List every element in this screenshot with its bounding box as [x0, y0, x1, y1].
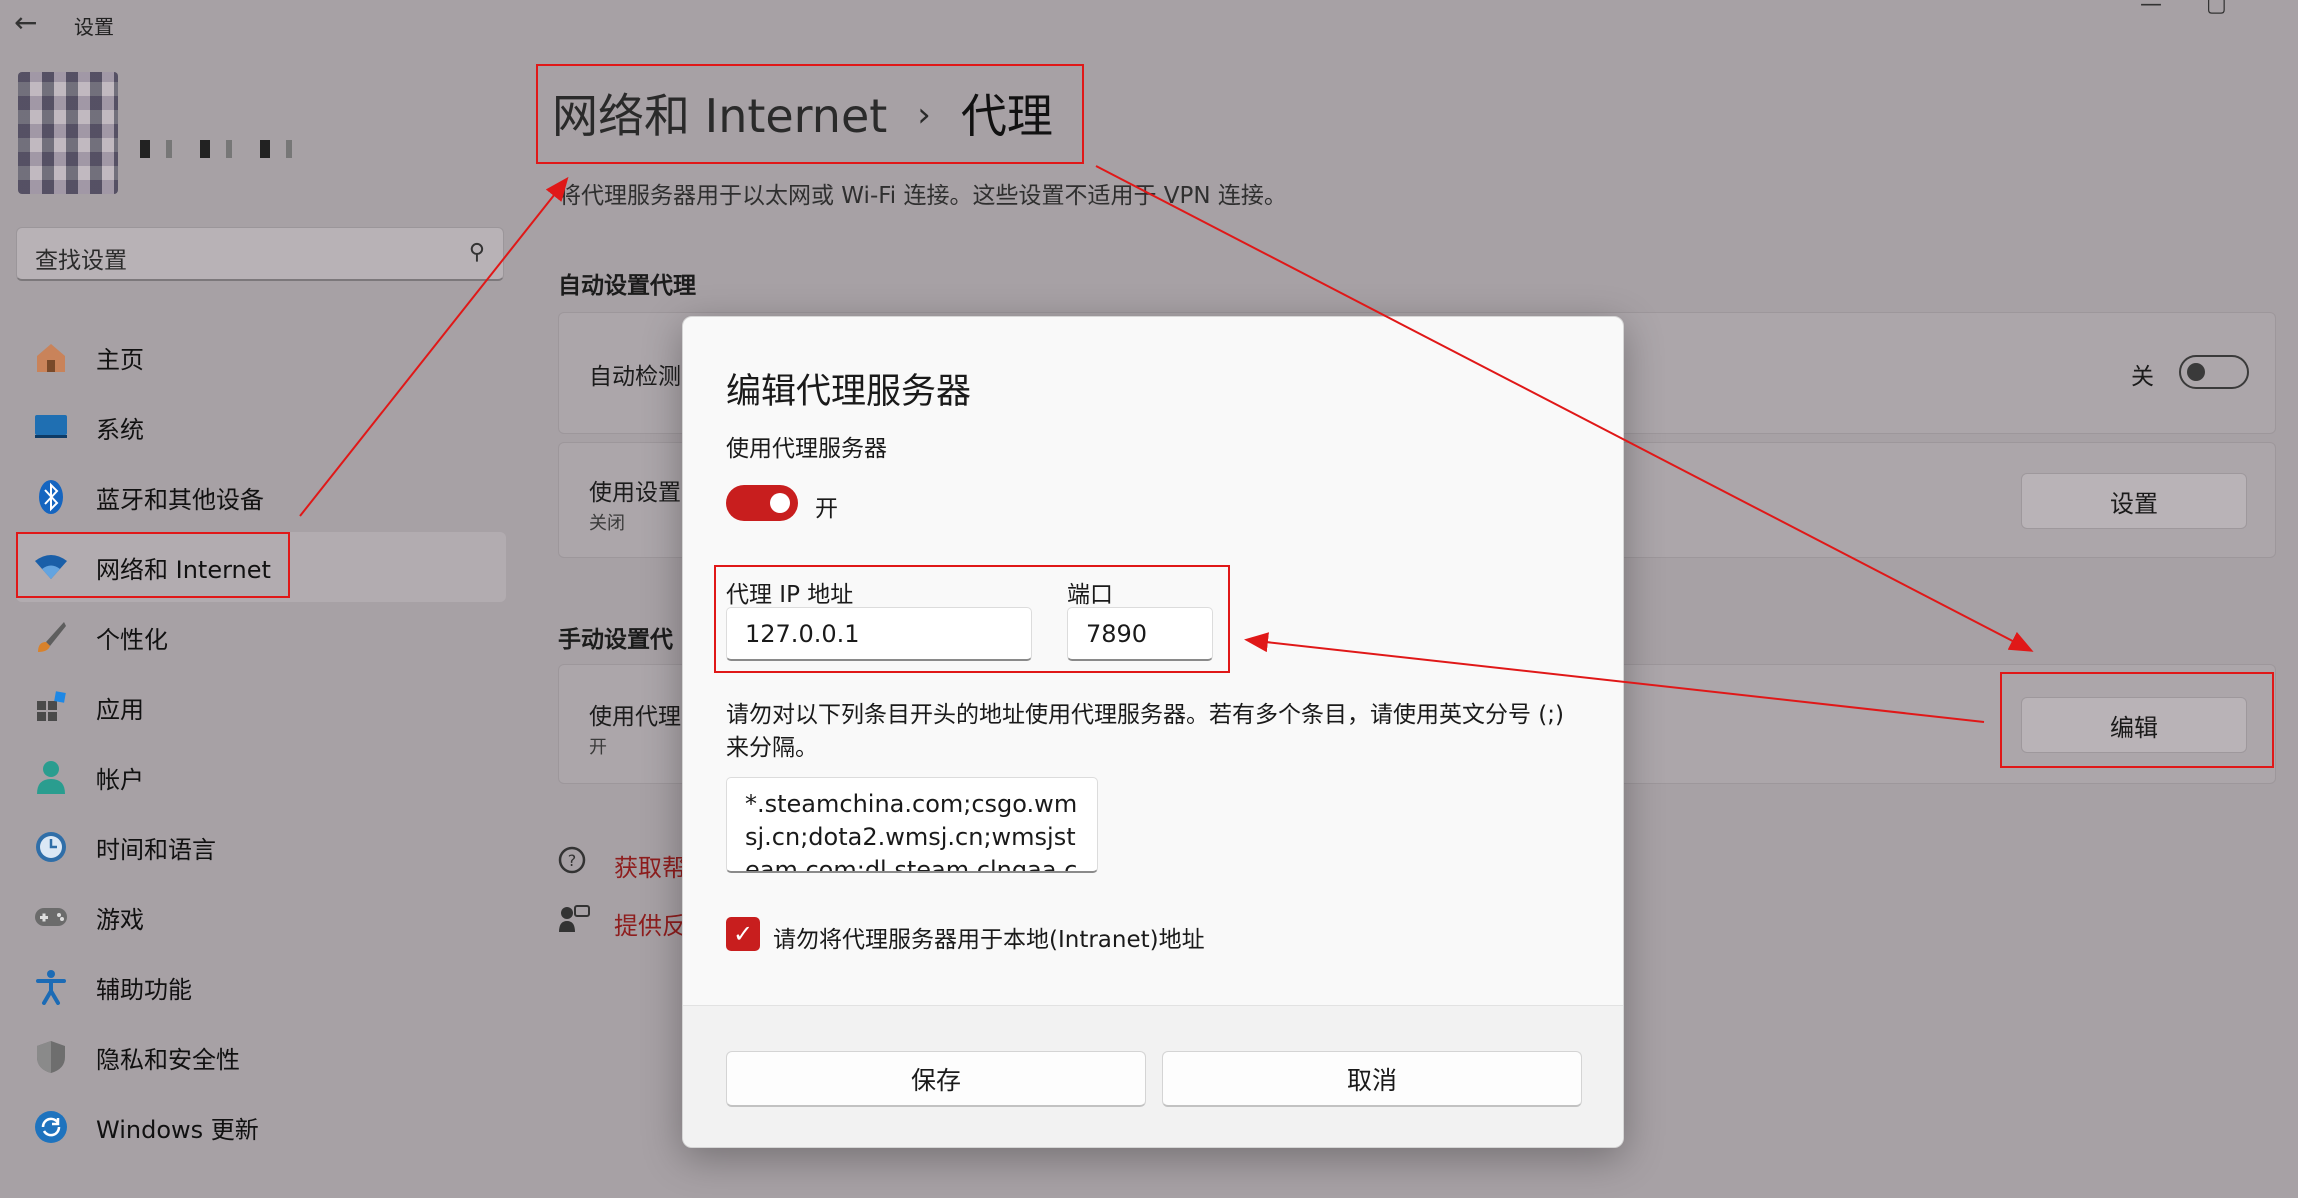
sidebar-nav: 主页 系统 蓝牙和其他设备 网络和 Internet 个性化 应用 帐户 时间和…: [16, 322, 506, 1162]
username-pixelated: [140, 140, 320, 158]
sidebar-item-home[interactable]: 主页: [16, 322, 506, 392]
setup-script-status: 关闭: [589, 513, 625, 534]
manual-proxy-section-title: 手动设置代: [558, 627, 673, 653]
auto-detect-toggle[interactable]: [2179, 355, 2249, 389]
exceptions-textarea[interactable]: *.steamchina.com;csgo.wmsj.cn;dota2.wmsj…: [726, 777, 1098, 873]
use-proxy-label: 使用代理: [589, 704, 681, 730]
sidebar-item-label: 时间和语言: [96, 835, 216, 864]
clock-icon: [32, 828, 70, 866]
edit-proxy-dialog: 编辑代理服务器 使用代理服务器 开 代理 IP 地址 127.0.0.1 端口 …: [682, 316, 1624, 1148]
brush-icon: [32, 618, 70, 656]
sidebar-item-windows-update[interactable]: Windows 更新: [16, 1092, 506, 1162]
get-help-label: 获取帮: [614, 854, 686, 882]
sidebar-item-label: 蓝牙和其他设备: [96, 485, 264, 514]
exceptions-hint: 请勿对以下列条目开头的地址使用代理服务器。若有多个条目，请使用英文分号 (;) …: [726, 702, 1565, 761]
sidebar-item-time-language[interactable]: 时间和语言: [16, 812, 506, 882]
sidebar-item-label: 隐私和安全性: [96, 1045, 240, 1074]
auto-detect-state: 关: [2131, 364, 2154, 390]
sidebar-item-privacy[interactable]: 隐私和安全性: [16, 1022, 506, 1092]
setup-button[interactable]: 设置: [2021, 473, 2247, 529]
sidebar-item-label: 系统: [96, 415, 144, 444]
app-title: 设置: [74, 15, 114, 39]
local-address-checkbox[interactable]: ✓: [726, 917, 760, 951]
sidebar-item-label: 主页: [96, 345, 144, 374]
account-icon: [32, 758, 70, 796]
update-icon: [32, 1108, 70, 1146]
sidebar-item-accounts[interactable]: 帐户: [16, 742, 506, 812]
search-box[interactable]: 查找设置 ⚲: [16, 227, 504, 281]
sidebar-item-label: 帐户: [96, 765, 144, 794]
use-proxy-server-label: 使用代理服务器: [726, 436, 887, 462]
get-help-link[interactable]: ? 获取帮: [558, 846, 686, 883]
local-address-label: 请勿将代理服务器用于本地(Intranet)地址: [773, 927, 1205, 953]
use-proxy-status: 开: [589, 737, 607, 758]
checkmark-icon: ✓: [732, 920, 754, 948]
back-arrow-icon[interactable]: ←: [14, 6, 37, 39]
auto-detect-label: 自动检测: [589, 364, 681, 390]
shield-icon: [32, 1038, 70, 1076]
minimize-icon[interactable]: —: [2140, 0, 2162, 17]
bluetooth-icon: [32, 478, 70, 516]
system-icon: [32, 408, 70, 446]
auto-proxy-section-title: 自动设置代理: [558, 273, 696, 299]
setup-script-label: 使用设置: [589, 480, 681, 506]
use-proxy-server-toggle[interactable]: [726, 485, 798, 521]
help-icon: ?: [558, 846, 594, 882]
apps-icon: [32, 688, 70, 726]
home-icon: [32, 338, 70, 376]
sidebar-item-label: Windows 更新: [96, 1115, 259, 1144]
sidebar-item-apps[interactable]: 应用: [16, 672, 506, 742]
give-feedback-link[interactable]: 提供反: [558, 904, 686, 941]
svg-text:?: ?: [568, 851, 577, 870]
sidebar-item-label: 应用: [96, 695, 144, 724]
give-feedback-label: 提供反: [614, 912, 686, 940]
search-icon: ⚲: [468, 240, 485, 265]
toggle-state-label: 开: [815, 496, 838, 522]
search-input[interactable]: 查找设置: [35, 241, 127, 275]
annotation-box-ip-port: [714, 565, 1230, 673]
title-bar: ← 设置 — ▢: [0, 0, 2298, 46]
dialog-title: 编辑代理服务器: [726, 372, 972, 412]
sidebar-item-personalization[interactable]: 个性化: [16, 602, 506, 672]
save-button[interactable]: 保存: [726, 1051, 1146, 1107]
annotation-box-edit-button: [2000, 672, 2274, 768]
cancel-button[interactable]: 取消: [1162, 1051, 1582, 1107]
sidebar-item-bluetooth[interactable]: 蓝牙和其他设备: [16, 462, 506, 532]
page-description: 将代理服务器用于以太网或 Wi-Fi 连接。这些设置不适用于 VPN 连接。: [558, 183, 1287, 209]
gamepad-icon: [32, 898, 70, 936]
sidebar-item-label: 个性化: [96, 625, 168, 654]
annotation-box-breadcrumb: [536, 64, 1084, 164]
sidebar-item-label: 游戏: [96, 905, 144, 934]
sidebar-item-gaming[interactable]: 游戏: [16, 882, 506, 952]
annotation-box-network-item: [16, 532, 290, 598]
sidebar-item-label: 辅助功能: [96, 975, 192, 1004]
sidebar-item-accessibility[interactable]: 辅助功能: [16, 952, 506, 1022]
accessibility-icon: [32, 968, 70, 1006]
avatar: [18, 72, 118, 194]
feedback-icon: [558, 904, 594, 940]
maximize-icon[interactable]: ▢: [2206, 0, 2227, 17]
sidebar-item-system[interactable]: 系统: [16, 392, 506, 462]
